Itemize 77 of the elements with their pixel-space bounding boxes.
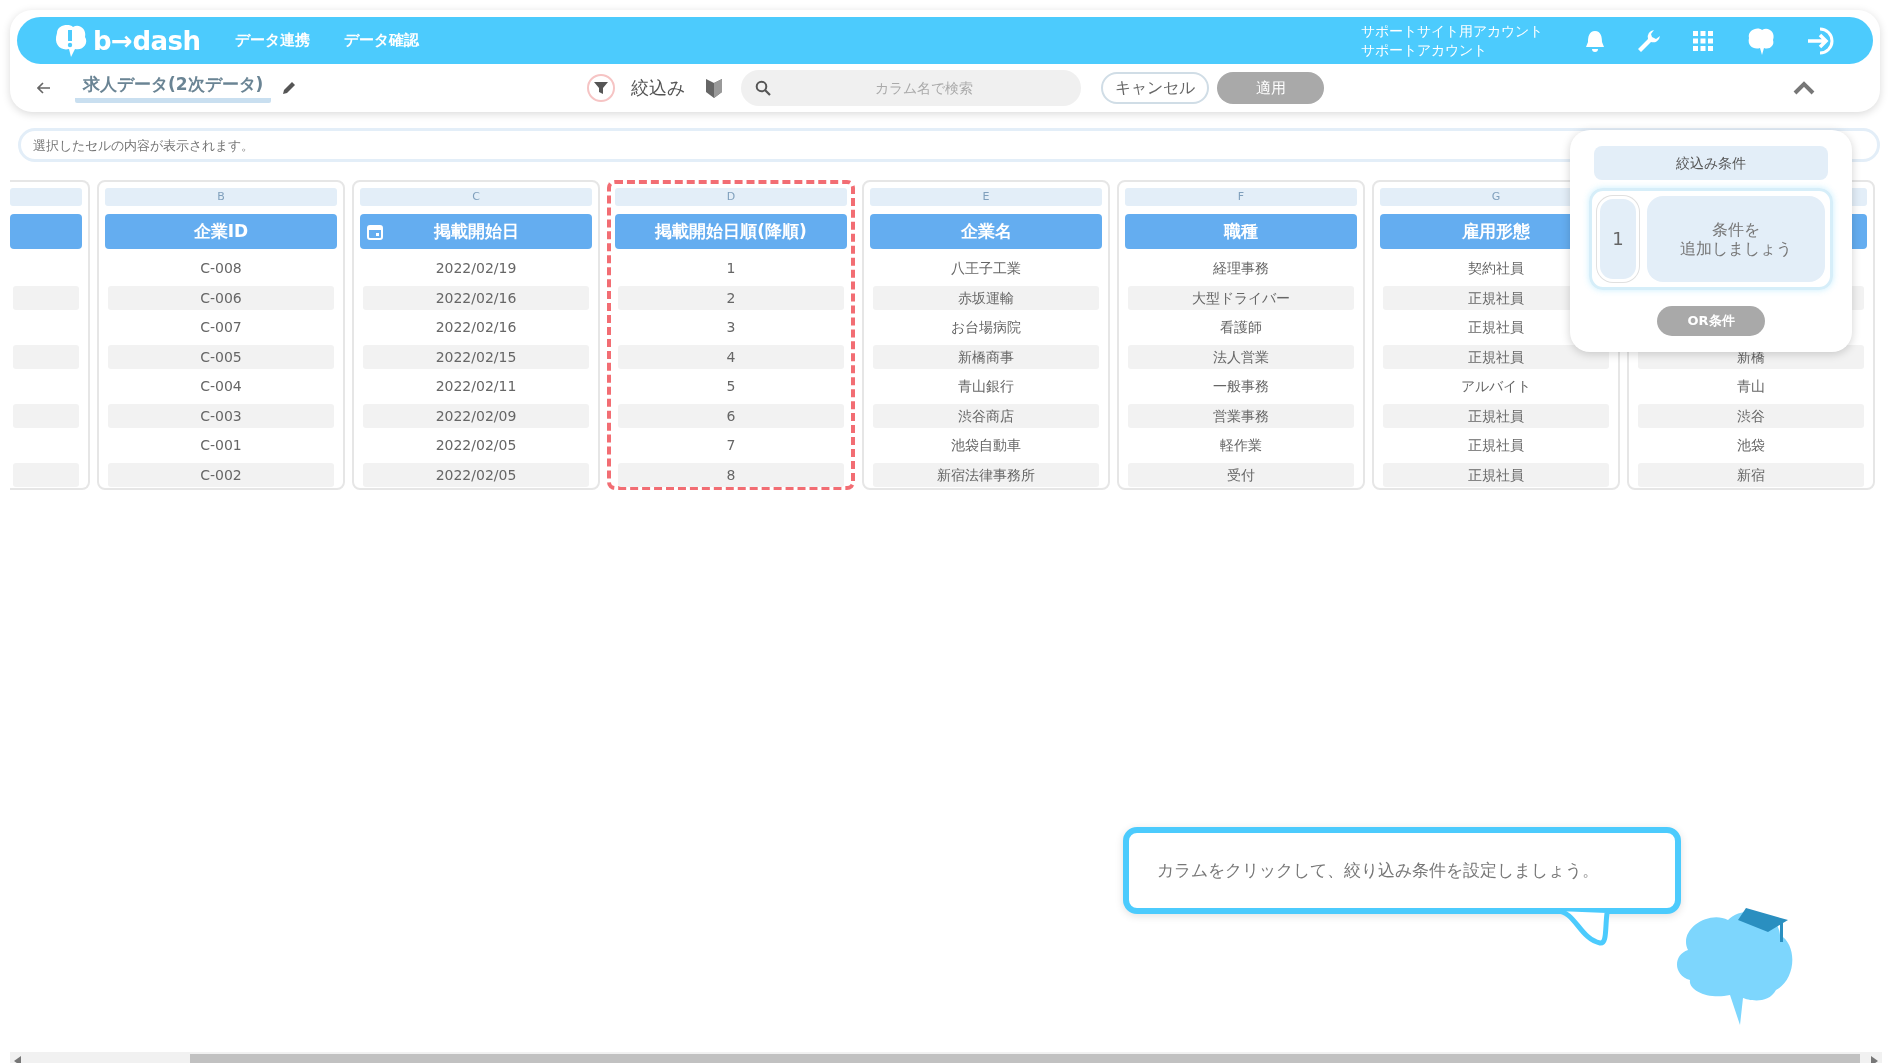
account-name: サポートサイト用アカウント (1361, 21, 1543, 41)
table-cell[interactable]: 7 (618, 433, 844, 457)
table-cell[interactable]: 正規社員 (1383, 462, 1609, 487)
account-name: サポートアカウント (1361, 40, 1488, 60)
table-cell[interactable]: 池袋自動車 (873, 433, 1099, 457)
table-cell[interactable]: C-001 (108, 433, 334, 457)
table-cell[interactable]: 正規社員 (1383, 403, 1609, 428)
table-cell[interactable]: 八王子工業 (873, 256, 1099, 280)
column-letter: E (870, 188, 1102, 206)
filter-label: 絞込み (631, 76, 686, 100)
table-cell[interactable]: 青山銀行 (873, 374, 1099, 398)
table-cell[interactable]: 2022/02/15 (363, 344, 589, 369)
table-cell[interactable]: C-006 (108, 285, 334, 310)
table-cell[interactable]: C-008 (108, 256, 334, 280)
table-cell[interactable]: 大型ドライバー (1128, 285, 1354, 310)
table-cell[interactable]: 6 (618, 403, 844, 428)
table-cell[interactable]: 2 (618, 285, 844, 310)
table-cell[interactable]: C-002 (108, 462, 334, 487)
table-cell[interactable]: 2022/02/09 (363, 403, 589, 428)
table-cell[interactable]: 2022/02/16 (363, 285, 589, 310)
filter-button[interactable] (587, 74, 616, 102)
column-letter: D (615, 188, 847, 206)
dataset-title[interactable]: 求人データ(2次データ) (75, 73, 272, 103)
logo-text: b→dash (93, 25, 201, 56)
table-cell[interactable]: 営業事務 (1128, 403, 1354, 428)
filter-icon (593, 80, 610, 96)
table-cell[interactable]: 新橋商事 (873, 344, 1099, 369)
table-cell[interactable]: C-003 (108, 403, 334, 428)
table-cell[interactable]: 法人営業 (1128, 344, 1354, 369)
table-cell[interactable]: 5 (618, 374, 844, 398)
table-cell[interactable]: 2022/02/05 (363, 433, 589, 457)
cancel-button[interactable]: キャンセル (1101, 72, 1210, 104)
table-cell[interactable]: 2022/02/11 (363, 374, 589, 398)
back-arrow-icon[interactable] (37, 82, 51, 94)
search-field[interactable]: カラム名で検索 (741, 70, 1082, 106)
table-cell[interactable]: 看護師 (1128, 315, 1354, 339)
scroll-left-icon[interactable] (14, 1056, 22, 1063)
group-number: 1 (1597, 196, 1639, 282)
table-cell[interactable]: 正規社員 (1383, 433, 1609, 457)
table-cell[interactable]: 3 (618, 315, 844, 339)
table-cell[interactable]: 渋谷 (1638, 403, 1864, 428)
hint-line: 条件を (1712, 219, 1760, 239)
table-cell[interactable]: 青山 (1638, 374, 1864, 398)
table-cell[interactable]: アルバイト (1383, 374, 1609, 398)
table-cell[interactable]: 新宿 (1638, 462, 1864, 487)
calendar-icon (366, 222, 384, 241)
table-cell[interactable]: 2022/02/16 (363, 315, 589, 339)
column-letter: C (360, 188, 592, 206)
column-letter: F (1125, 188, 1357, 206)
search-icon (755, 80, 772, 96)
table-cell[interactable]: 経理事務 (1128, 256, 1354, 280)
table-cell[interactable]: 軽作業 (1128, 433, 1354, 457)
beginner-mark-icon[interactable] (705, 77, 724, 99)
table-cell[interactable]: 受付 (1128, 462, 1354, 487)
table-cell[interactable]: 新宿法律事務所 (873, 462, 1099, 487)
table-cell[interactable]: 4 (618, 344, 844, 369)
column-letter: B (105, 188, 337, 206)
table-cell[interactable]: C-007 (108, 315, 334, 339)
table-cell[interactable]: 2022/02/05 (363, 462, 589, 487)
table-cell[interactable]: 赤坂運輸 (873, 285, 1099, 310)
table-cell[interactable]: 池袋 (1638, 433, 1864, 457)
table-cell[interactable]: 正規社員 (1383, 344, 1609, 369)
add-condition-area[interactable]: 条件を 追加しましょう (1647, 196, 1825, 282)
table-cell[interactable]: お台場病院 (873, 315, 1099, 339)
scroll-right-icon[interactable] (1870, 1056, 1878, 1063)
table-cell[interactable]: 8 (618, 462, 844, 487)
table-cell[interactable]: 1 (618, 256, 844, 280)
collapse-chevron-icon[interactable] (1793, 81, 1815, 95)
tip-text: カラムをクリックして、絞り込み条件を設定しましょう。 (1157, 859, 1599, 882)
pencil-icon[interactable] (281, 80, 298, 96)
table-cell[interactable]: C-005 (108, 344, 334, 369)
table-cell[interactable]: 一般事務 (1128, 374, 1354, 398)
panel-title: 絞込み条件 (1594, 146, 1828, 180)
table-cell[interactable]: C-004 (108, 374, 334, 398)
hint-line: 追加しましょう (1680, 238, 1792, 258)
table-cell[interactable]: 渋谷商店 (873, 403, 1099, 428)
table-cell[interactable]: 2022/02/19 (363, 256, 589, 280)
